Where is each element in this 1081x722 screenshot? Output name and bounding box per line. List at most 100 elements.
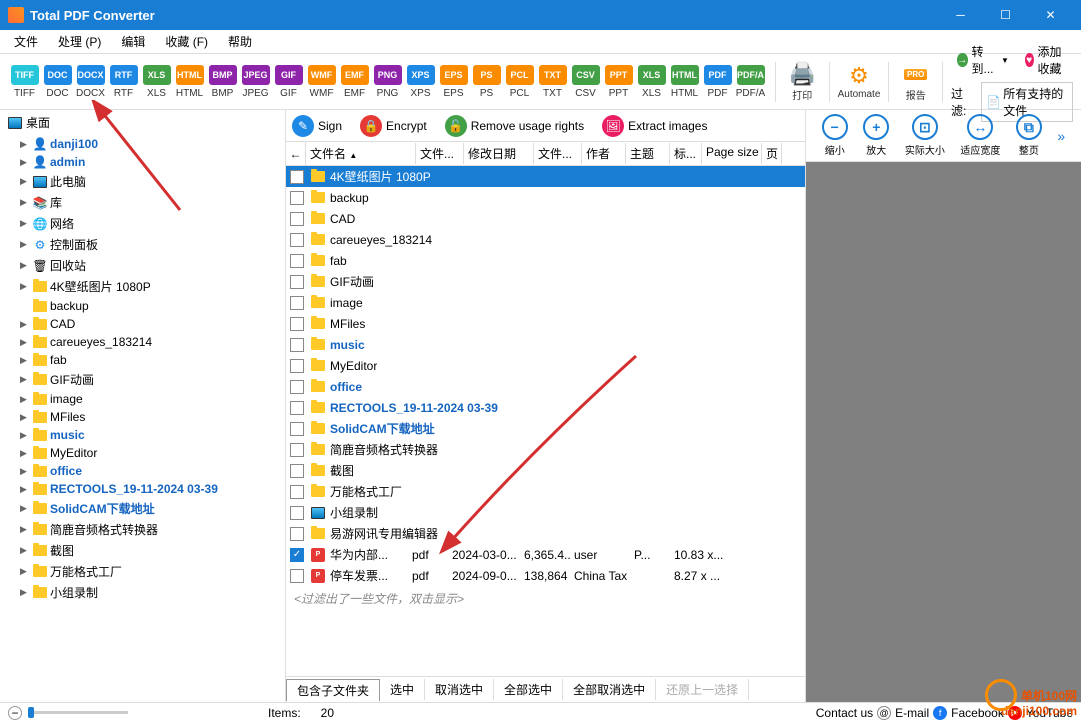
- remove-rights-button[interactable]: 🔓Remove usage rights: [445, 115, 584, 137]
- tree-item[interactable]: ▶RECTOOLS_19-11-2024 03-39: [0, 480, 285, 498]
- format-png-button[interactable]: PNGPNG: [371, 65, 404, 99]
- select-action-button[interactable]: 全部选中: [494, 679, 563, 700]
- format-bmp-button[interactable]: BMPBMP: [206, 65, 239, 99]
- tree-item[interactable]: ▶👤danji100: [0, 135, 285, 153]
- extract-images-button[interactable]: 🖼Extract images: [602, 115, 707, 137]
- format-emf-button[interactable]: EMFEMF: [338, 65, 371, 99]
- contact-us-link[interactable]: Contact us: [816, 706, 873, 720]
- checkbox[interactable]: [290, 212, 304, 226]
- file-row[interactable]: GIF动画: [286, 271, 805, 292]
- menu-帮助[interactable]: 帮助: [218, 31, 262, 52]
- file-row[interactable]: RECTOOLS_19-11-2024 03-39: [286, 397, 805, 418]
- preview-fitpage-button[interactable]: ⧉整页: [1016, 114, 1042, 157]
- format-xps-button[interactable]: XPSXPS: [404, 65, 437, 99]
- column-header[interactable]: 主题: [626, 143, 670, 164]
- tree-item[interactable]: ▶📚库: [0, 192, 285, 213]
- format-eps-button[interactable]: EPSEPS: [437, 65, 470, 99]
- filter-message[interactable]: <过滤出了一些文件，双击显示>: [286, 586, 805, 611]
- column-header[interactable]: 文件名 ▲: [306, 143, 416, 164]
- format-pdf-button[interactable]: PDFPDF: [701, 65, 734, 99]
- tree-item[interactable]: backup: [0, 297, 285, 315]
- tree-root-desktop[interactable]: 桌面: [0, 110, 285, 135]
- format-html-button[interactable]: HTMLHTML: [668, 65, 701, 99]
- checkbox[interactable]: [290, 170, 304, 184]
- checkbox[interactable]: [290, 275, 304, 289]
- preview-actual-button[interactable]: ⊡实际大小: [905, 114, 945, 157]
- column-header[interactable]: 文件...: [416, 143, 464, 164]
- checkbox[interactable]: [290, 296, 304, 310]
- nav-back-button[interactable]: ←: [286, 142, 306, 165]
- format-ps-button[interactable]: PSPS: [470, 65, 503, 99]
- format-xls-button[interactable]: XLSXLS: [635, 65, 668, 99]
- zoom-out-button[interactable]: −: [8, 706, 22, 720]
- select-action-button[interactable]: 还原上一选择: [656, 679, 749, 700]
- column-header[interactable]: 页: [762, 143, 782, 164]
- tree-item[interactable]: ▶office: [0, 462, 285, 480]
- menu-处理 (P)[interactable]: 处理 (P): [48, 31, 111, 52]
- print-button[interactable]: 🖨️打印: [784, 61, 821, 102]
- file-row[interactable]: 简鹿音频格式转换器: [286, 439, 805, 460]
- format-xls-button[interactable]: XLSXLS: [140, 65, 173, 99]
- checkbox[interactable]: [290, 569, 304, 583]
- tree-item[interactable]: ▶MFiles: [0, 408, 285, 426]
- preview-more-button[interactable]: »: [1057, 128, 1065, 144]
- tree-item[interactable]: ▶⚙控制面板: [0, 234, 285, 255]
- tree-item[interactable]: ▶万能格式工厂: [0, 561, 285, 582]
- tree-item[interactable]: ▶MyEditor: [0, 444, 285, 462]
- preview-fitwidth-button[interactable]: ↔适应宽度: [960, 114, 1000, 157]
- tree-item[interactable]: ▶GIF动画: [0, 369, 285, 390]
- format-gif-button[interactable]: GIFGIF: [272, 65, 305, 99]
- file-row[interactable]: CAD: [286, 208, 805, 229]
- tree-item[interactable]: ▶🌐网络: [0, 213, 285, 234]
- column-header[interactable]: 作者: [582, 143, 626, 164]
- file-row[interactable]: SolidCAM下载地址: [286, 418, 805, 439]
- preview-zoomout-button[interactable]: −缩小: [822, 114, 848, 157]
- checkbox[interactable]: [290, 485, 304, 499]
- facebook-icon[interactable]: f: [933, 706, 947, 720]
- file-row[interactable]: MFiles: [286, 313, 805, 334]
- file-row[interactable]: careueyes_183214: [286, 229, 805, 250]
- format-ppt-button[interactable]: PPTPPT: [602, 65, 635, 99]
- add-favorite-button[interactable]: ♥添加收藏: [1019, 41, 1073, 79]
- checkbox[interactable]: [290, 359, 304, 373]
- file-row[interactable]: MyEditor: [286, 355, 805, 376]
- file-list[interactable]: 4K壁纸图片 1080PbackupCADcareueyes_183214fab…: [286, 166, 805, 676]
- email-link[interactable]: E-mail: [895, 706, 929, 720]
- column-header[interactable]: 文件...: [534, 143, 582, 164]
- file-row[interactable]: backup: [286, 187, 805, 208]
- tree-item[interactable]: ▶截图: [0, 540, 285, 561]
- column-header[interactable]: Page size: [702, 143, 762, 164]
- tree-item[interactable]: ▶music: [0, 426, 285, 444]
- checkbox[interactable]: [290, 527, 304, 541]
- format-html-button[interactable]: HTMLHTML: [173, 65, 206, 99]
- close-button[interactable]: ✕: [1028, 0, 1073, 30]
- checkbox[interactable]: [290, 380, 304, 394]
- file-row[interactable]: 小组录制: [286, 502, 805, 523]
- format-rtf-button[interactable]: RTFRTF: [107, 65, 140, 99]
- maximize-button[interactable]: ☐: [983, 0, 1028, 30]
- select-action-button[interactable]: 包含子文件夹: [286, 679, 380, 701]
- tree-item[interactable]: ▶简鹿音频格式转换器: [0, 519, 285, 540]
- format-wmf-button[interactable]: WMFWMF: [305, 65, 338, 99]
- sign-button[interactable]: ✎Sign: [292, 115, 342, 137]
- tree-item[interactable]: ▶CAD: [0, 315, 285, 333]
- menu-收藏 (F)[interactable]: 收藏 (F): [155, 31, 218, 52]
- checkbox[interactable]: ✓: [290, 548, 304, 562]
- checkbox[interactable]: [290, 443, 304, 457]
- file-row[interactable]: 截图: [286, 460, 805, 481]
- goto-button[interactable]: →转到...▼: [951, 41, 1015, 79]
- format-tiff-button[interactable]: TIFFTIFF: [8, 65, 41, 99]
- format-doc-button[interactable]: DOCDOC: [41, 65, 74, 99]
- checkbox[interactable]: [290, 464, 304, 478]
- preview-zoomin-button[interactable]: +放大: [863, 114, 889, 157]
- column-header[interactable]: 修改日期: [464, 143, 534, 164]
- tree-item[interactable]: ▶👤admin: [0, 153, 285, 171]
- checkbox[interactable]: [290, 254, 304, 268]
- checkbox[interactable]: [290, 401, 304, 415]
- format-txt-button[interactable]: TXTTXT: [536, 65, 569, 99]
- checkbox[interactable]: [290, 422, 304, 436]
- minimize-button[interactable]: ─: [938, 0, 983, 30]
- tree-item[interactable]: ▶fab: [0, 351, 285, 369]
- automate-button[interactable]: ⚙Automate: [838, 63, 881, 100]
- format-pcl-button[interactable]: PCLPCL: [503, 65, 536, 99]
